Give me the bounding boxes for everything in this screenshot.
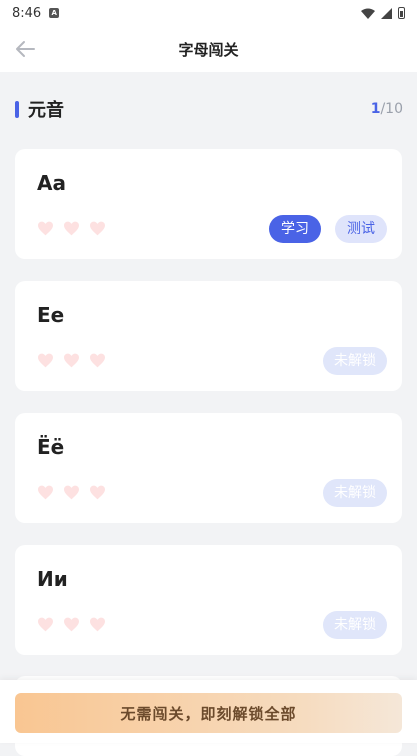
lesson-card[interactable]: Ёё 未解锁 (15, 413, 402, 523)
status-bar: 8:46 A (0, 0, 417, 26)
arrow-left-icon[interactable] (14, 39, 36, 59)
unlock-all-button[interactable]: 无需闯关，即刻解锁全部 (15, 693, 402, 733)
signal-icon (381, 7, 392, 19)
heart-icon (64, 485, 79, 500)
lesson-hearts (37, 617, 106, 632)
status-right (361, 7, 405, 19)
section-title: 元音 (28, 100, 64, 121)
locked-button[interactable]: 未解锁 (323, 479, 387, 507)
lesson-letter: Ee (37, 303, 65, 327)
wifi-icon (361, 8, 375, 19)
lesson-card[interactable]: Ee 未解锁 (15, 281, 402, 391)
heart-icon (64, 617, 79, 632)
locked-button[interactable]: 未解锁 (323, 611, 387, 639)
lesson-card[interactable]: Ии 未解锁 (15, 545, 402, 655)
status-time: 8:46 (12, 5, 42, 21)
lesson-actions: 未解锁 (323, 347, 387, 375)
test-button[interactable]: 测试 (335, 215, 387, 243)
lesson-letter: Ёё (37, 435, 65, 459)
heart-icon (90, 485, 105, 500)
lesson-actions: 未解锁 (323, 479, 387, 507)
notification-icon: A (49, 8, 60, 18)
page-title: 字母闯关 (178, 40, 239, 59)
battery-icon (398, 7, 405, 19)
heart-icon (38, 485, 53, 500)
status-left: 8:46 A (12, 5, 60, 21)
lesson-hearts (37, 485, 106, 500)
heart-icon (64, 221, 79, 236)
locked-button[interactable]: 未解锁 (323, 347, 387, 375)
app-header: 字母闯关 (0, 26, 417, 72)
heart-icon (38, 221, 53, 236)
lesson-actions: 学习 测试 (269, 215, 387, 243)
lesson-actions: 未解锁 (323, 611, 387, 639)
section-progress-current: 1 (370, 101, 381, 117)
bottom-bar: 无需闯关，即刻解锁全部 (0, 680, 417, 743)
heart-icon (90, 221, 105, 236)
learn-button[interactable]: 学习 (269, 215, 321, 243)
heart-icon (90, 617, 105, 632)
section-progress: 1/10 (371, 101, 403, 117)
section-progress-total: /10 (380, 101, 403, 117)
heart-icon (64, 353, 79, 368)
heart-icon (38, 617, 53, 632)
lesson-hearts (37, 353, 106, 368)
section-accent-bar (15, 100, 19, 118)
heart-icon (38, 353, 53, 368)
lesson-card[interactable]: Aa 学习 测试 (15, 149, 402, 259)
section-header: 元音 1/10 (15, 96, 403, 122)
lesson-letter: Aa (37, 171, 66, 195)
lesson-hearts (37, 221, 106, 236)
lesson-letter: Ии (37, 567, 68, 591)
heart-icon (90, 353, 105, 368)
